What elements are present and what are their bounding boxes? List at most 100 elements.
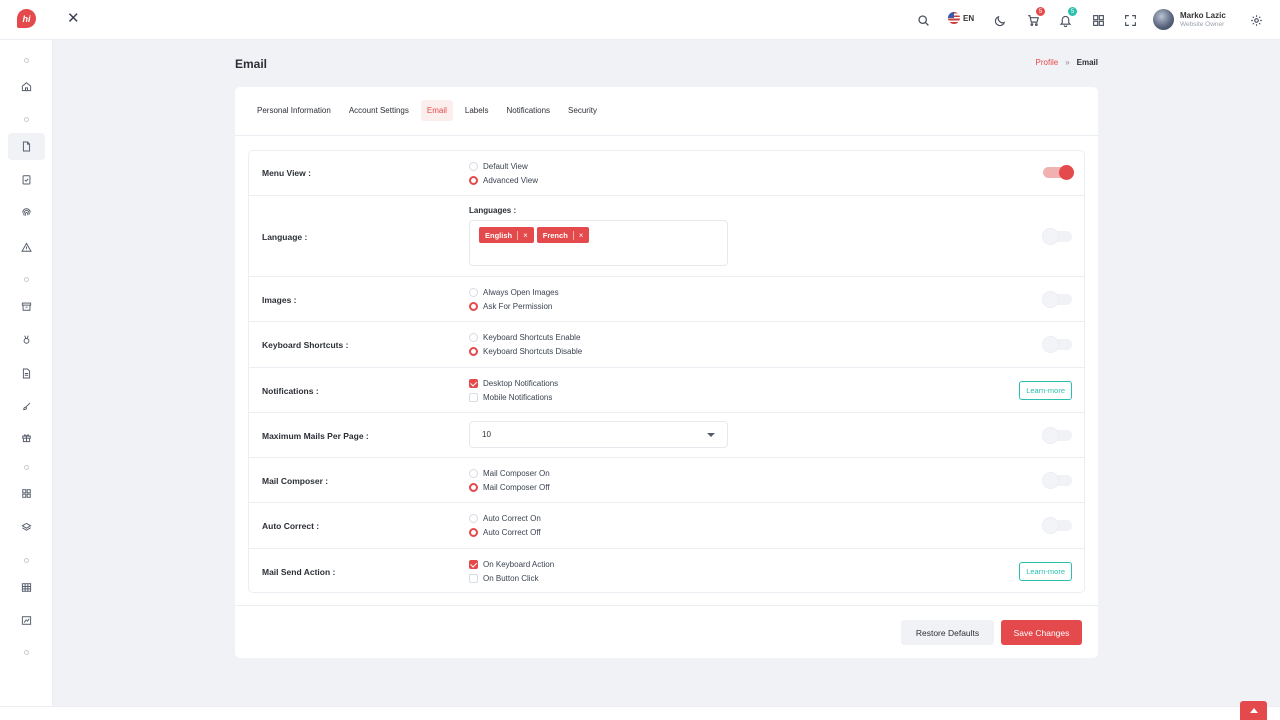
- radio-button[interactable]: [469, 527, 478, 537]
- checkbox[interactable]: [469, 378, 478, 388]
- radio-default-view[interactable]: Default View: [469, 159, 538, 173]
- language-toggle[interactable]: [1043, 229, 1072, 244]
- setting-label: Images :: [262, 295, 297, 305]
- tab-email[interactable]: Email: [420, 100, 453, 121]
- radio-advanced-view[interactable]: Advanced View: [469, 173, 538, 187]
- save-changes-button[interactable]: Save Changes: [1001, 620, 1082, 645]
- option-label: Mobile Notifications: [483, 392, 553, 402]
- sidebar-item-gifts[interactable]: [8, 424, 45, 451]
- setting-label: Notifications :: [262, 386, 319, 396]
- radio-button[interactable]: [469, 175, 478, 185]
- max-mails-toggle[interactable]: [1043, 428, 1072, 443]
- max-mails-select[interactable]: 10: [469, 421, 728, 448]
- sidebar-toggle-close-icon[interactable]: ✕: [67, 11, 80, 26]
- remove-tag-icon[interactable]: ×: [523, 231, 528, 240]
- sidebar-item-pages[interactable]: [8, 133, 45, 160]
- scroll-to-top-button[interactable]: [1240, 701, 1267, 720]
- sidebar: [0, 40, 53, 720]
- setting-row-auto-correct: Auto Correct : Auto Correct On Auto Corr…: [249, 503, 1084, 549]
- radio-shortcuts-enable[interactable]: Keyboard Shortcuts Enable: [469, 330, 582, 344]
- setting-row-language: Language : Languages : English × French ×: [249, 196, 1084, 277]
- sidebar-item-home[interactable]: [8, 73, 45, 100]
- remove-tag-icon[interactable]: ×: [579, 231, 584, 240]
- checkbox[interactable]: [469, 573, 478, 583]
- sidebar-item-documents[interactable]: [8, 360, 45, 387]
- option-label: Ask For Permission: [483, 301, 553, 311]
- radio-auto-correct-off[interactable]: Auto Correct Off: [469, 525, 541, 539]
- sidebar-item-tables[interactable]: [8, 574, 45, 601]
- menu-view-toggle[interactable]: [1043, 165, 1074, 180]
- tab-labels[interactable]: Labels: [459, 100, 495, 121]
- tab-account-settings[interactable]: Account Settings: [343, 100, 415, 121]
- breadcrumb: Profile » Email: [1036, 58, 1098, 67]
- radio-button[interactable]: [469, 287, 478, 297]
- auto-correct-toggle[interactable]: [1043, 518, 1072, 533]
- radio-button[interactable]: [469, 332, 478, 342]
- checkbox-desktop-notifications[interactable]: Desktop Notifications: [469, 376, 558, 390]
- apps-grid-icon[interactable]: [1090, 12, 1106, 28]
- images-toggle[interactable]: [1043, 292, 1072, 307]
- document-icon: [22, 368, 31, 379]
- checkbox[interactable]: [469, 392, 478, 402]
- sidebar-section-dot: [24, 650, 29, 655]
- dark-mode-moon-icon[interactable]: [992, 12, 1008, 28]
- checkbox-on-button-click[interactable]: On Button Click: [469, 571, 554, 585]
- checkbox[interactable]: [469, 559, 478, 569]
- settings-gear-icon[interactable]: [1248, 12, 1264, 28]
- radio-button[interactable]: [469, 482, 478, 492]
- fullscreen-icon[interactable]: [1122, 12, 1138, 28]
- option-label: Desktop Notifications: [483, 378, 559, 388]
- tag-label: English: [485, 230, 513, 240]
- tag-label: French: [542, 230, 568, 240]
- option-label: On Button Click: [483, 573, 539, 583]
- checkbox-mobile-notifications[interactable]: Mobile Notifications: [469, 390, 558, 404]
- radio-button[interactable]: [469, 301, 478, 311]
- radio-composer-off[interactable]: Mail Composer Off: [469, 480, 550, 494]
- learn-more-button[interactable]: Learn-more: [1019, 562, 1072, 581]
- sidebar-item-archive[interactable]: [8, 293, 45, 320]
- send-action-options: On Keyboard Action On Button Click: [469, 557, 554, 585]
- checkbox-on-keyboard-action[interactable]: On Keyboard Action: [469, 557, 554, 571]
- keyboard-toggle[interactable]: [1043, 337, 1072, 352]
- fingerprint-icon: [22, 208, 31, 216]
- language-tag-french: French ×: [536, 227, 590, 243]
- layers-icon: [21, 522, 32, 531]
- radio-button[interactable]: [469, 468, 478, 478]
- sidebar-item-tools[interactable]: [8, 393, 45, 420]
- sidebar-item-tasks[interactable]: [8, 166, 45, 193]
- cart-icon[interactable]: 5: [1025, 7, 1045, 28]
- radio-button[interactable]: [469, 161, 478, 171]
- radio-shortcuts-disable[interactable]: Keyboard Shortcuts Disable: [469, 344, 582, 358]
- radio-ask-for-permission[interactable]: Ask For Permission: [469, 299, 559, 313]
- setting-label: Menu View :: [262, 168, 311, 178]
- sidebar-item-apps[interactable]: [8, 480, 45, 507]
- radio-always-open-images[interactable]: Always Open Images: [469, 285, 559, 299]
- notification-bell-icon[interactable]: 5: [1057, 7, 1077, 28]
- radio-auto-correct-on[interactable]: Auto Correct On: [469, 511, 541, 525]
- language-selector[interactable]: EN: [948, 12, 974, 24]
- sidebar-item-awards[interactable]: [8, 326, 45, 353]
- language-multiselect[interactable]: English × French ×: [469, 220, 728, 266]
- sidebar-item-alerts[interactable]: [8, 234, 45, 261]
- warning-icon: [21, 242, 32, 252]
- radio-button[interactable]: [469, 346, 478, 356]
- language-field: Languages : English × French ×: [469, 206, 728, 266]
- learn-more-button[interactable]: Learn-more: [1019, 381, 1072, 400]
- setting-label: Auto Correct :: [262, 521, 320, 531]
- radio-button[interactable]: [469, 513, 478, 523]
- tab-personal-information[interactable]: Personal Information: [251, 100, 337, 121]
- option-label: On Keyboard Action: [483, 559, 555, 569]
- sidebar-item-security[interactable]: [8, 199, 45, 226]
- breadcrumb-profile-link[interactable]: Profile: [1036, 58, 1059, 67]
- search-icon[interactable]: [915, 12, 931, 28]
- restore-defaults-button[interactable]: Restore Defaults: [901, 620, 994, 645]
- sidebar-item-charts[interactable]: [8, 607, 45, 634]
- radio-composer-on[interactable]: Mail Composer On: [469, 466, 550, 480]
- app-logo[interactable]: hi: [17, 9, 36, 28]
- tab-notifications[interactable]: Notifications: [500, 100, 556, 121]
- composer-toggle[interactable]: [1043, 473, 1072, 488]
- user-profile-menu[interactable]: Marko Lazic Website Owner: [1153, 9, 1226, 30]
- tab-security[interactable]: Security: [562, 100, 603, 121]
- sidebar-item-layers[interactable]: [8, 514, 45, 541]
- setting-row-keyboard-shortcuts: Keyboard Shortcuts : Keyboard Shortcuts …: [249, 322, 1084, 368]
